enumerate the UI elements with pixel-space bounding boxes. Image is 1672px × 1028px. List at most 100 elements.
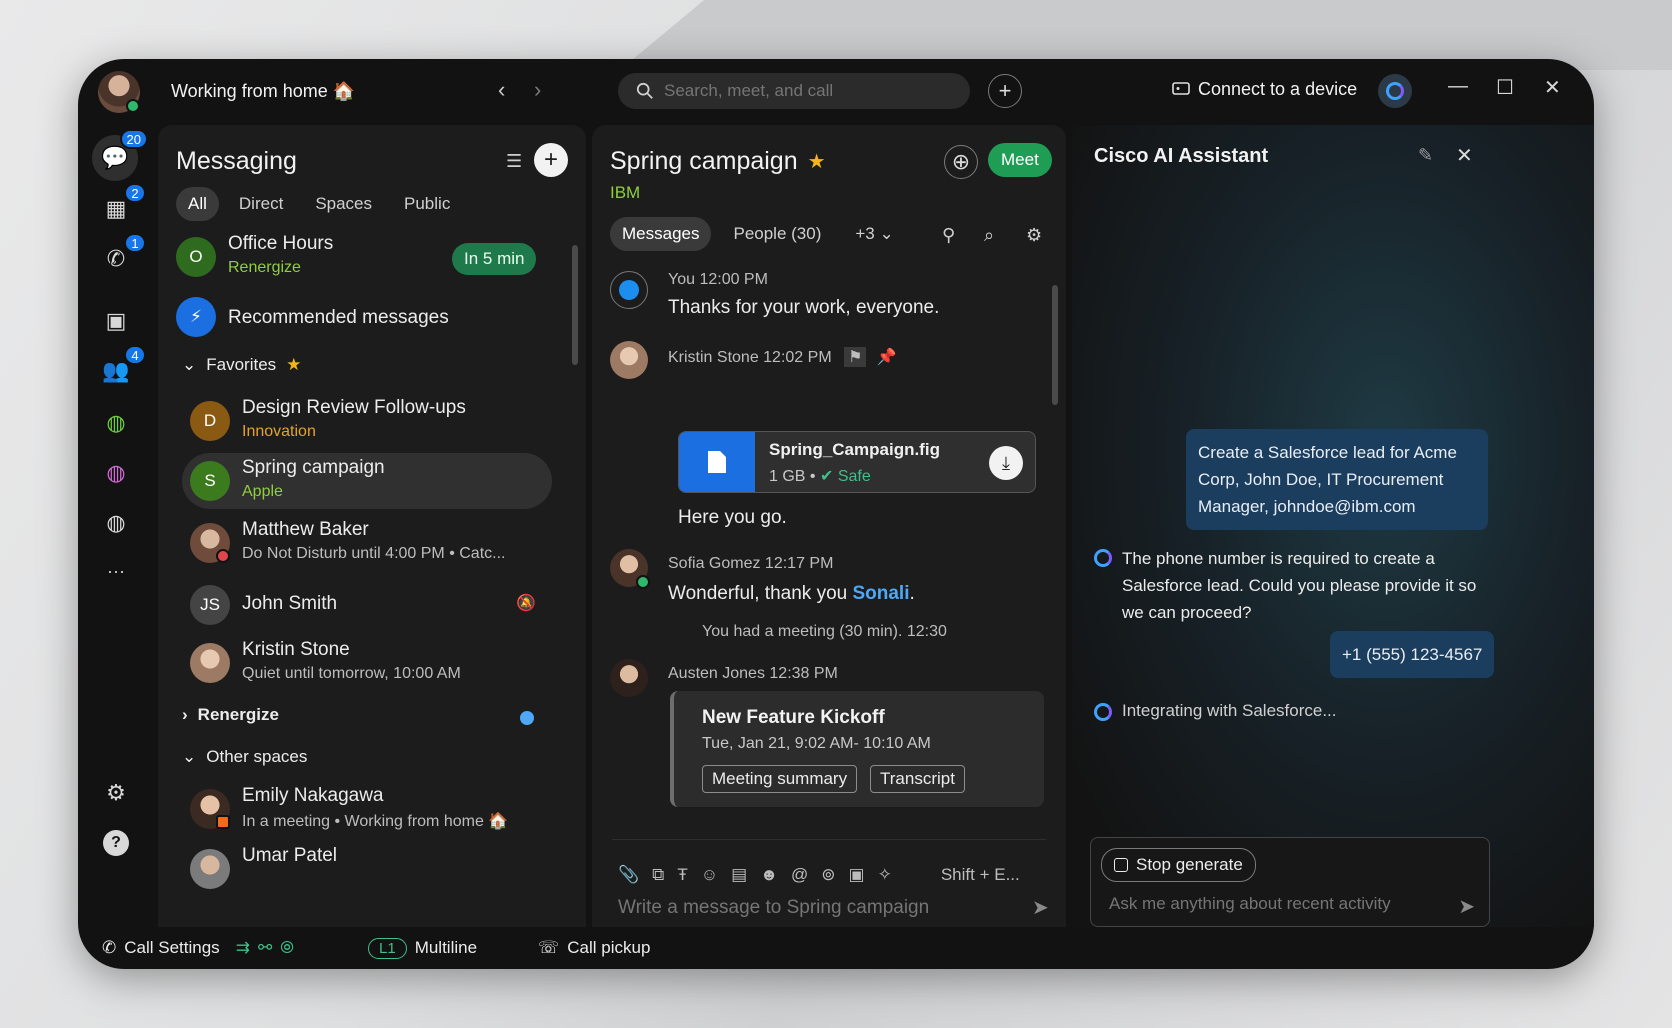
meeting-card[interactable]: New Feature Kickoff Tue, Jan 21, 9:02 AM… bbox=[670, 691, 1044, 807]
new-action-button[interactable]: + bbox=[988, 74, 1022, 108]
row-sub: In a meeting • Working from home 🏠 bbox=[242, 813, 509, 830]
avatar bbox=[190, 643, 230, 683]
close-window-icon[interactable]: ✕ bbox=[1544, 75, 1561, 100]
dnd-dot bbox=[216, 549, 230, 563]
pin-icon[interactable]: ⚲ bbox=[942, 225, 955, 246]
message-input[interactable] bbox=[618, 897, 1038, 919]
status-text[interactable]: Working from home 🏠 bbox=[171, 81, 355, 102]
emoji-icon[interactable]: ☺ bbox=[701, 865, 718, 885]
settings-gear-icon[interactable]: ⚙ bbox=[96, 773, 136, 813]
search-icon[interactable]: ⌕ bbox=[984, 225, 994, 246]
meet-button[interactable]: Meet bbox=[988, 143, 1052, 177]
in-5-min-badge[interactable]: In 5 min bbox=[452, 243, 537, 275]
space-apps-button[interactable]: ⊕ bbox=[944, 145, 978, 179]
row-title: Umar Patel bbox=[242, 845, 338, 866]
video-message-icon[interactable]: ▣ bbox=[849, 865, 865, 885]
ai-assistant-toggle[interactable] bbox=[1378, 74, 1412, 108]
ai-sparkle-icon[interactable]: ✧ bbox=[878, 865, 892, 885]
row-sub: Renergize bbox=[228, 259, 301, 276]
list-item-umar-patel[interactable]: Umar Patel bbox=[158, 841, 568, 897]
rail-teams[interactable]: 👥 4 bbox=[96, 345, 146, 391]
list-item-spring-campaign[interactable]: S Spring campaign Apple bbox=[182, 453, 552, 509]
ai-loading-icon bbox=[1094, 703, 1112, 721]
gif-icon[interactable]: ▤ bbox=[731, 865, 747, 885]
favorites-label: Favorites bbox=[206, 355, 277, 374]
call-settings-button[interactable]: ✆ Call Settings ⇉ ⚯ ⦾ bbox=[102, 938, 294, 958]
new-message-button[interactable]: + bbox=[534, 143, 568, 177]
chevron-right-icon: › bbox=[182, 705, 188, 724]
message-text[interactable]: Wonderful, thank you Sonali. bbox=[668, 583, 915, 605]
mention: Sonali bbox=[852, 583, 910, 604]
scroll-thumb[interactable] bbox=[1052, 285, 1058, 405]
list-item-office-hours[interactable]: O Office Hours Renergize In 5 min bbox=[158, 229, 568, 285]
chat-scrollbar[interactable] bbox=[1050, 263, 1060, 789]
messaging-scrollbar[interactable] bbox=[570, 225, 580, 927]
favorites-header[interactable]: ⌄ Favorites ★ bbox=[182, 355, 301, 375]
calendar-badge: 2 bbox=[124, 183, 146, 203]
rail-messaging[interactable]: 💬 20 bbox=[92, 129, 148, 181]
call-pickup-button[interactable]: ☏ Call pickup bbox=[538, 938, 650, 958]
download-icon[interactable]: ⤓ bbox=[989, 446, 1023, 480]
rail-calendar[interactable]: ▦ 2 bbox=[96, 183, 146, 229]
rail-globe-purple[interactable]: ◍ bbox=[96, 453, 136, 493]
globe-icon: ◍ bbox=[106, 410, 126, 435]
close-icon[interactable]: ✕ bbox=[1456, 143, 1473, 168]
maximize-icon[interactable]: ☐ bbox=[1496, 75, 1514, 100]
tab-more[interactable]: +3 ⌄ bbox=[843, 217, 905, 251]
list-item-kristin-stone[interactable]: Kristin Stone Quiet until tomorrow, 10:0… bbox=[158, 635, 568, 691]
calendar-icon: ▦ bbox=[105, 196, 127, 221]
meeting-title: New Feature Kickoff bbox=[702, 707, 885, 728]
message-text[interactable]: Thanks for your work, everyone. bbox=[668, 297, 939, 319]
other-spaces-header[interactable]: ⌄ Other spaces bbox=[182, 747, 307, 767]
brush-icon[interactable]: ✎ bbox=[1418, 145, 1433, 166]
tab-all[interactable]: All bbox=[176, 187, 219, 221]
renergize-header[interactable]: › Renergize bbox=[182, 705, 279, 725]
attach-icon[interactable]: 📎 bbox=[618, 865, 639, 885]
file-attachment-card[interactable]: Spring_Campaign.fig 1 GB • ✔ Safe ⤓ bbox=[678, 431, 1036, 493]
sticker-icon[interactable]: ☻ bbox=[760, 865, 778, 885]
forward-arrow-icon[interactable]: › bbox=[534, 77, 541, 103]
search-bar[interactable] bbox=[618, 73, 970, 109]
help-icon[interactable]: ? bbox=[96, 823, 136, 863]
rail-calls[interactable]: ✆ 1 bbox=[96, 233, 146, 279]
tab-people[interactable]: People (30) bbox=[721, 217, 833, 251]
whiteboard-icon[interactable]: ⊚ bbox=[821, 865, 835, 885]
format-text-icon[interactable]: Ŧ bbox=[677, 865, 687, 885]
send-icon[interactable]: ➤ bbox=[1458, 894, 1475, 919]
my-avatar[interactable] bbox=[98, 71, 140, 113]
scroll-thumb[interactable] bbox=[572, 245, 578, 365]
connect-device-button[interactable]: Connect to a device bbox=[1172, 79, 1357, 100]
list-item-emily-nakagawa[interactable]: Emily Nakagawa In a meeting • Working fr… bbox=[158, 781, 568, 837]
tab-messages[interactable]: Messages bbox=[610, 217, 712, 251]
ai-input-box: Stop generate ➤ bbox=[1090, 837, 1490, 927]
phone-icon: ✆ bbox=[106, 246, 126, 271]
rail-globe-white[interactable]: ◍ bbox=[96, 503, 136, 543]
stop-generate-button[interactable]: Stop generate bbox=[1101, 848, 1256, 882]
settings-gear-icon[interactable]: ⚙ bbox=[1026, 225, 1042, 246]
multiline-button[interactable]: L1 Multiline bbox=[368, 937, 477, 959]
presence-dot bbox=[126, 99, 140, 113]
meeting-summary-button[interactable]: Meeting summary bbox=[702, 765, 858, 793]
rail-contacts[interactable]: ▣ bbox=[96, 301, 136, 341]
minimize-icon[interactable]: — bbox=[1448, 75, 1468, 98]
tab-spaces[interactable]: Spaces bbox=[303, 187, 384, 221]
star-icon[interactable]: ★ bbox=[808, 149, 826, 174]
list-item-john-smith[interactable]: JS John Smith 🔕 bbox=[158, 577, 568, 633]
message-text[interactable]: Here you go. bbox=[678, 507, 787, 529]
list-item-design-review[interactable]: D Design Review Follow-ups Innovation bbox=[158, 393, 568, 449]
search-input[interactable] bbox=[664, 81, 954, 101]
composer-toolbar: 📎 ⧉ Ŧ ☺ ▤ ☻ @ ⊚ ▣ ✧ Shift + E... bbox=[618, 865, 1020, 885]
list-item-matthew-baker[interactable]: Matthew Baker Do Not Disturb until 4:00 … bbox=[158, 515, 568, 571]
share-screen-icon[interactable]: ⧉ bbox=[652, 865, 664, 885]
transcript-button[interactable]: Transcript bbox=[870, 765, 965, 793]
filter-icon[interactable]: ☰ bbox=[506, 151, 522, 172]
mention-icon[interactable]: @ bbox=[791, 865, 808, 885]
send-icon[interactable]: ➤ bbox=[1032, 895, 1049, 920]
list-item-recommended[interactable]: ⚡ Recommended messages bbox=[158, 291, 568, 347]
more-icon[interactable]: ··· bbox=[96, 551, 136, 591]
tab-public[interactable]: Public bbox=[392, 187, 462, 221]
back-arrow-icon[interactable]: ‹ bbox=[498, 77, 505, 103]
tab-direct[interactable]: Direct bbox=[227, 187, 295, 221]
rail-globe-green[interactable]: ◍ bbox=[96, 403, 136, 443]
ai-input[interactable] bbox=[1109, 894, 1439, 914]
